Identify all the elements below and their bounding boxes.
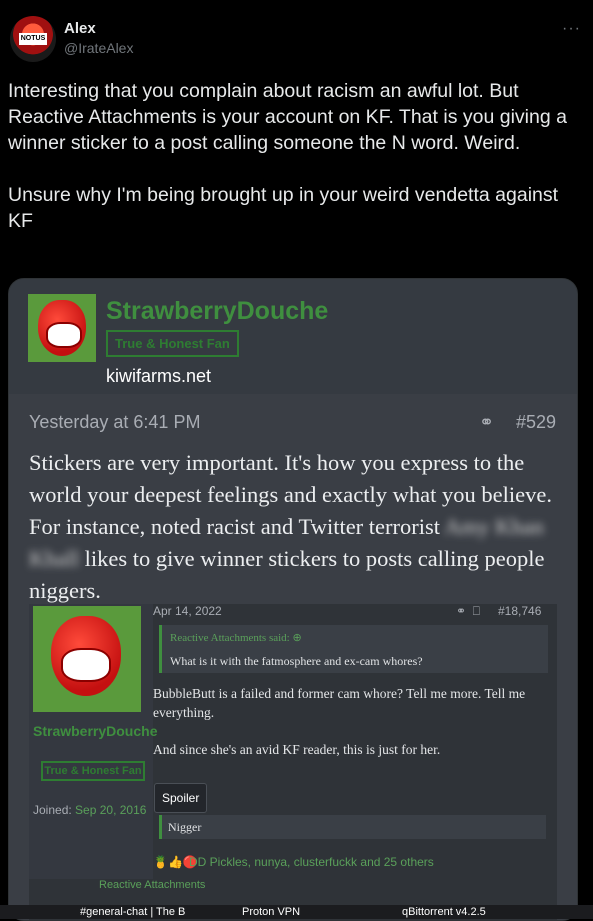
post-author-avatar [28,294,96,362]
post-timestamp: Yesterday at 6:41 PM [29,412,201,432]
taskbar-item-protonvpn[interactable]: Proton VPN [242,906,300,918]
post-body-text: likes to give winner stickers to posts c… [29,546,545,603]
embedded-post-main: Apr 14, 2022 ⚭ ⎕ #18,746 Reactive Attach… [153,604,553,920]
tweet-media-image[interactable]: StrawberryDouche True & Honest Fan kiwif… [8,278,578,921]
taskbar-item-qbittorrent[interactable]: qBittorrent v4.2.5 [402,906,486,918]
author-avatar[interactable]: NOTUS [10,16,56,62]
spoiler-button: Spoiler [154,783,208,813]
site-name: kiwifarms.net [106,366,212,386]
avatar-tag: NOTUS [19,33,47,45]
embedded-paragraph: BubbleButt is a failed and former cam wh… [153,686,526,720]
embedded-paragraph: And since she's an avid KF reader, this … [153,742,441,757]
teeth-icon [46,322,82,348]
joined-label: Joined: [33,803,72,817]
author-handle[interactable]: @IrateAlex [64,40,133,56]
post-username: StrawberryDouche [106,297,329,325]
more-options-icon[interactable]: ··· [562,20,581,38]
embedded-user-badge: True & Honest Fan [41,761,145,781]
post-number: #529 [516,412,557,432]
share-bookmark-icons: ⚭ ⎕ [456,604,480,618]
embedded-date: Apr 14, 2022 [153,604,222,618]
spoiler-text: Nigger [168,820,202,834]
joined-date: Joined: Sep 20, 2016 [33,803,146,817]
embedded-username: StrawberryDouche [33,723,158,739]
embedded-avatar [33,606,141,712]
user-title-badge: True & Honest Fan [106,330,239,357]
embedded-post-screenshot: StrawberryDouche True & Honest Fan Joine… [29,604,557,920]
joined-value: Sep 20, 2016 [75,803,147,817]
author-name[interactable]: Alex [64,20,96,37]
embedded-user-sidebar: StrawberryDouche True & Honest Fan Joine… [29,604,158,920]
reactions-list: DD Pickles, nunya, clusterfuckk and 25 o… [189,855,434,869]
post-author-header: StrawberryDouche True & Honest Fan kiwif… [9,279,577,394]
taskbar: #general-chat | The B Proton VPN qBittor… [0,905,593,919]
post-body: Stickers are very important. It's how yo… [29,447,564,607]
quote-text: What is it with the fatmosphere and ex-c… [170,654,423,668]
embedded-post-body: BubbleButt is a failed and former cam wh… [153,684,545,759]
spoiler-content: Nigger [159,815,546,839]
share-icon: ⚭ [479,412,495,432]
embedded-post-number: #18,746 [498,604,542,618]
tweet-header: NOTUS Alex @IrateAlex ··· [8,10,585,66]
quote-block: Reactive Attachments said: ⊕ What is it … [159,625,548,673]
teeth-icon [61,648,111,682]
quote-attribution: Reactive Attachments said: ⊕ [170,632,302,644]
tweet-paragraph: Unsure why I'm being brought up in your … [8,184,559,232]
next-post-username: Reactive Attachments [99,879,206,891]
taskbar-item-discord[interactable]: #general-chat | The B [80,906,185,918]
tweet-paragraph: Interesting that you complain about raci… [8,80,567,154]
tweet-text: Interesting that you complain about raci… [8,78,578,234]
